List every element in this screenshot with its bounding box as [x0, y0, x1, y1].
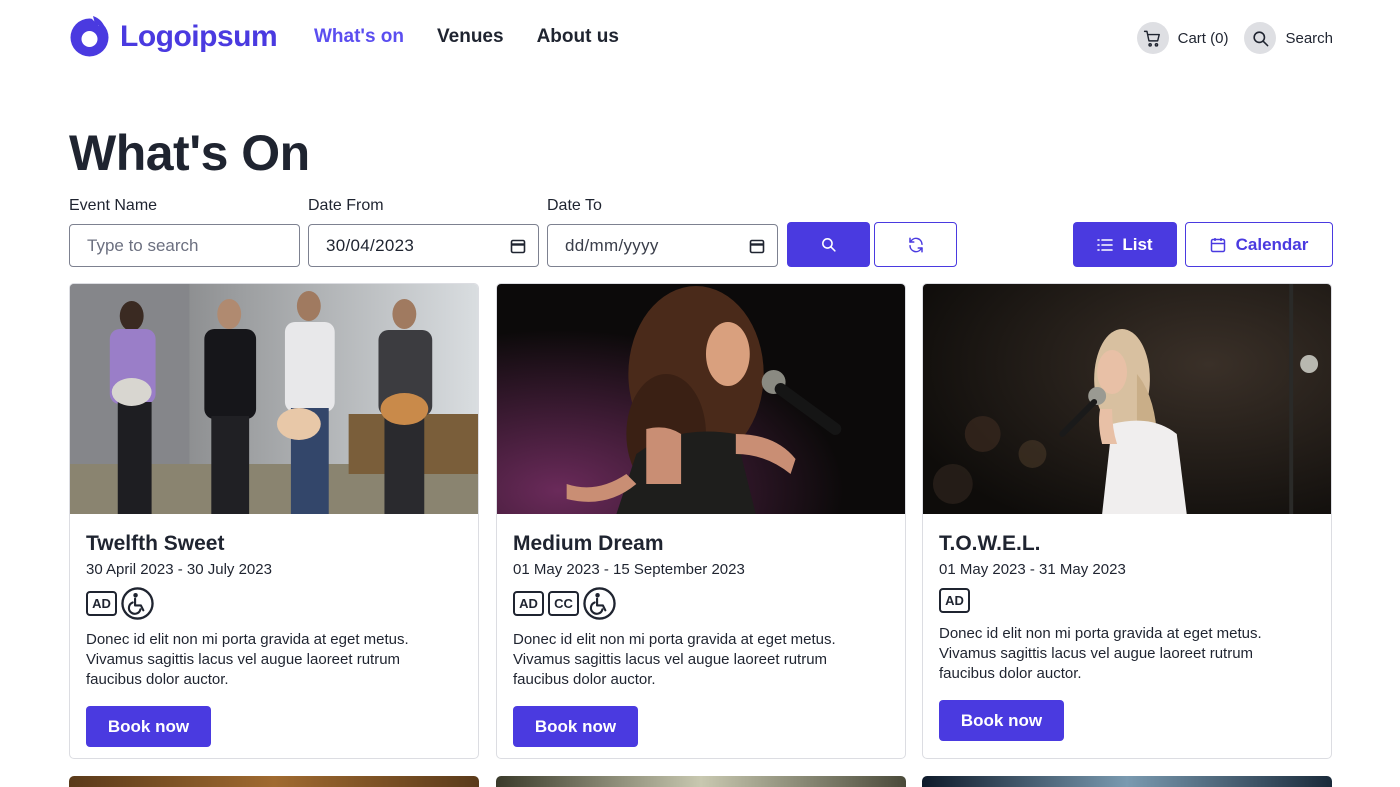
- event-image[interactable]: [923, 284, 1331, 514]
- date-from-value: 30/04/2023: [326, 235, 415, 255]
- event-card-peek: [69, 776, 479, 787]
- event-card: Twelfth Sweet 30 April 2023 - 30 July 20…: [69, 283, 479, 759]
- event-card-peek: [496, 776, 906, 787]
- cart-label: Cart (0): [1177, 29, 1229, 47]
- audio-description-badge: AD: [86, 590, 117, 616]
- logo-text: Logoipsum: [120, 19, 278, 53]
- refresh-icon: [908, 237, 923, 252]
- event-dates: 01 May 2023 - 31 May 2023: [939, 561, 1126, 578]
- calendar-icon: [1210, 237, 1225, 252]
- search-label: Search: [1285, 29, 1333, 47]
- calendar-picker-icon[interactable]: [510, 238, 526, 254]
- event-name-label: Event Name: [69, 197, 158, 214]
- book-now-button[interactable]: Book now: [513, 706, 638, 747]
- date-from-label: Date From: [308, 197, 384, 214]
- site-header: Logoipsum What's on Venues About us Cart…: [0, 0, 1400, 76]
- date-to-label: Date To: [547, 197, 602, 214]
- event-card-peek: [922, 776, 1332, 787]
- event-description: Donec id elit non mi porta gravida at eg…: [86, 631, 409, 688]
- calendar-picker-icon[interactable]: [749, 238, 765, 254]
- event-card: Medium Dream 01 May 2023 - 15 September …: [496, 283, 906, 759]
- page-title: What's On: [69, 125, 310, 181]
- calendar-view-label: Calendar: [1235, 234, 1309, 254]
- date-to-value: dd/mm/yyyy: [565, 235, 659, 255]
- event-card-body: Medium Dream 01 May 2023 - 15 September …: [497, 514, 905, 747]
- accessibility-badges: AD: [86, 586, 462, 620]
- calendar-view-button[interactable]: Calendar: [1185, 222, 1333, 267]
- search-icon: [822, 238, 836, 252]
- event-name-field[interactable]: [69, 224, 300, 267]
- search-icon: [1244, 22, 1277, 54]
- wheelchair-icon: [121, 586, 154, 620]
- event-dates: 30 April 2023 - 30 July 2023: [86, 561, 272, 578]
- event-image[interactable]: [70, 284, 478, 514]
- search-submit-button[interactable]: [787, 222, 870, 267]
- cart-button[interactable]: Cart (0): [1136, 22, 1229, 54]
- book-now-button[interactable]: Book now: [86, 706, 211, 747]
- event-image[interactable]: [497, 284, 905, 514]
- event-name-input[interactable]: [87, 235, 287, 256]
- accessibility-badges: AD: [939, 586, 1315, 614]
- event-dates: 01 May 2023 - 15 September 2023: [513, 561, 745, 578]
- date-to-field[interactable]: dd/mm/yyyy: [547, 224, 778, 267]
- cart-icon: [1136, 22, 1169, 54]
- nav-venues[interactable]: Venues: [437, 26, 504, 48]
- reset-filters-button[interactable]: [874, 222, 957, 267]
- date-from-field[interactable]: 30/04/2023: [308, 224, 539, 267]
- event-title[interactable]: Twelfth Sweet: [86, 532, 462, 556]
- event-description: Donec id elit non mi porta gravida at eg…: [939, 625, 1262, 682]
- accessibility-badges: AD CC: [513, 586, 889, 620]
- audio-description-badge: AD: [939, 587, 970, 613]
- closed-captions-badge: CC: [548, 590, 579, 616]
- list-view-label: List: [1122, 234, 1153, 254]
- logo[interactable]: Logoipsum: [69, 16, 278, 57]
- event-title[interactable]: T.O.W.E.L.: [939, 532, 1315, 556]
- audio-description-badge: AD: [513, 590, 544, 616]
- logo-mark-icon: [70, 16, 109, 57]
- event-title[interactable]: Medium Dream: [513, 532, 889, 556]
- main-nav: What's on Venues About us: [314, 26, 619, 48]
- header-search-button[interactable]: Search: [1244, 22, 1333, 54]
- header-utilities: Cart (0) Search: [1136, 22, 1333, 54]
- list-icon: [1097, 238, 1114, 251]
- event-card-body: Twelfth Sweet 30 April 2023 - 30 July 20…: [70, 514, 478, 747]
- book-now-button[interactable]: Book now: [939, 700, 1064, 741]
- nav-about-us[interactable]: About us: [537, 26, 619, 48]
- event-description: Donec id elit non mi porta gravida at eg…: [513, 631, 836, 688]
- event-card-body: T.O.W.E.L. 01 May 2023 - 31 May 2023 AD …: [923, 514, 1331, 741]
- nav-whats-on[interactable]: What's on: [314, 26, 404, 48]
- wheelchair-icon: [583, 586, 616, 620]
- list-view-button[interactable]: List: [1073, 222, 1177, 267]
- event-card: T.O.W.E.L. 01 May 2023 - 31 May 2023 AD …: [922, 283, 1332, 759]
